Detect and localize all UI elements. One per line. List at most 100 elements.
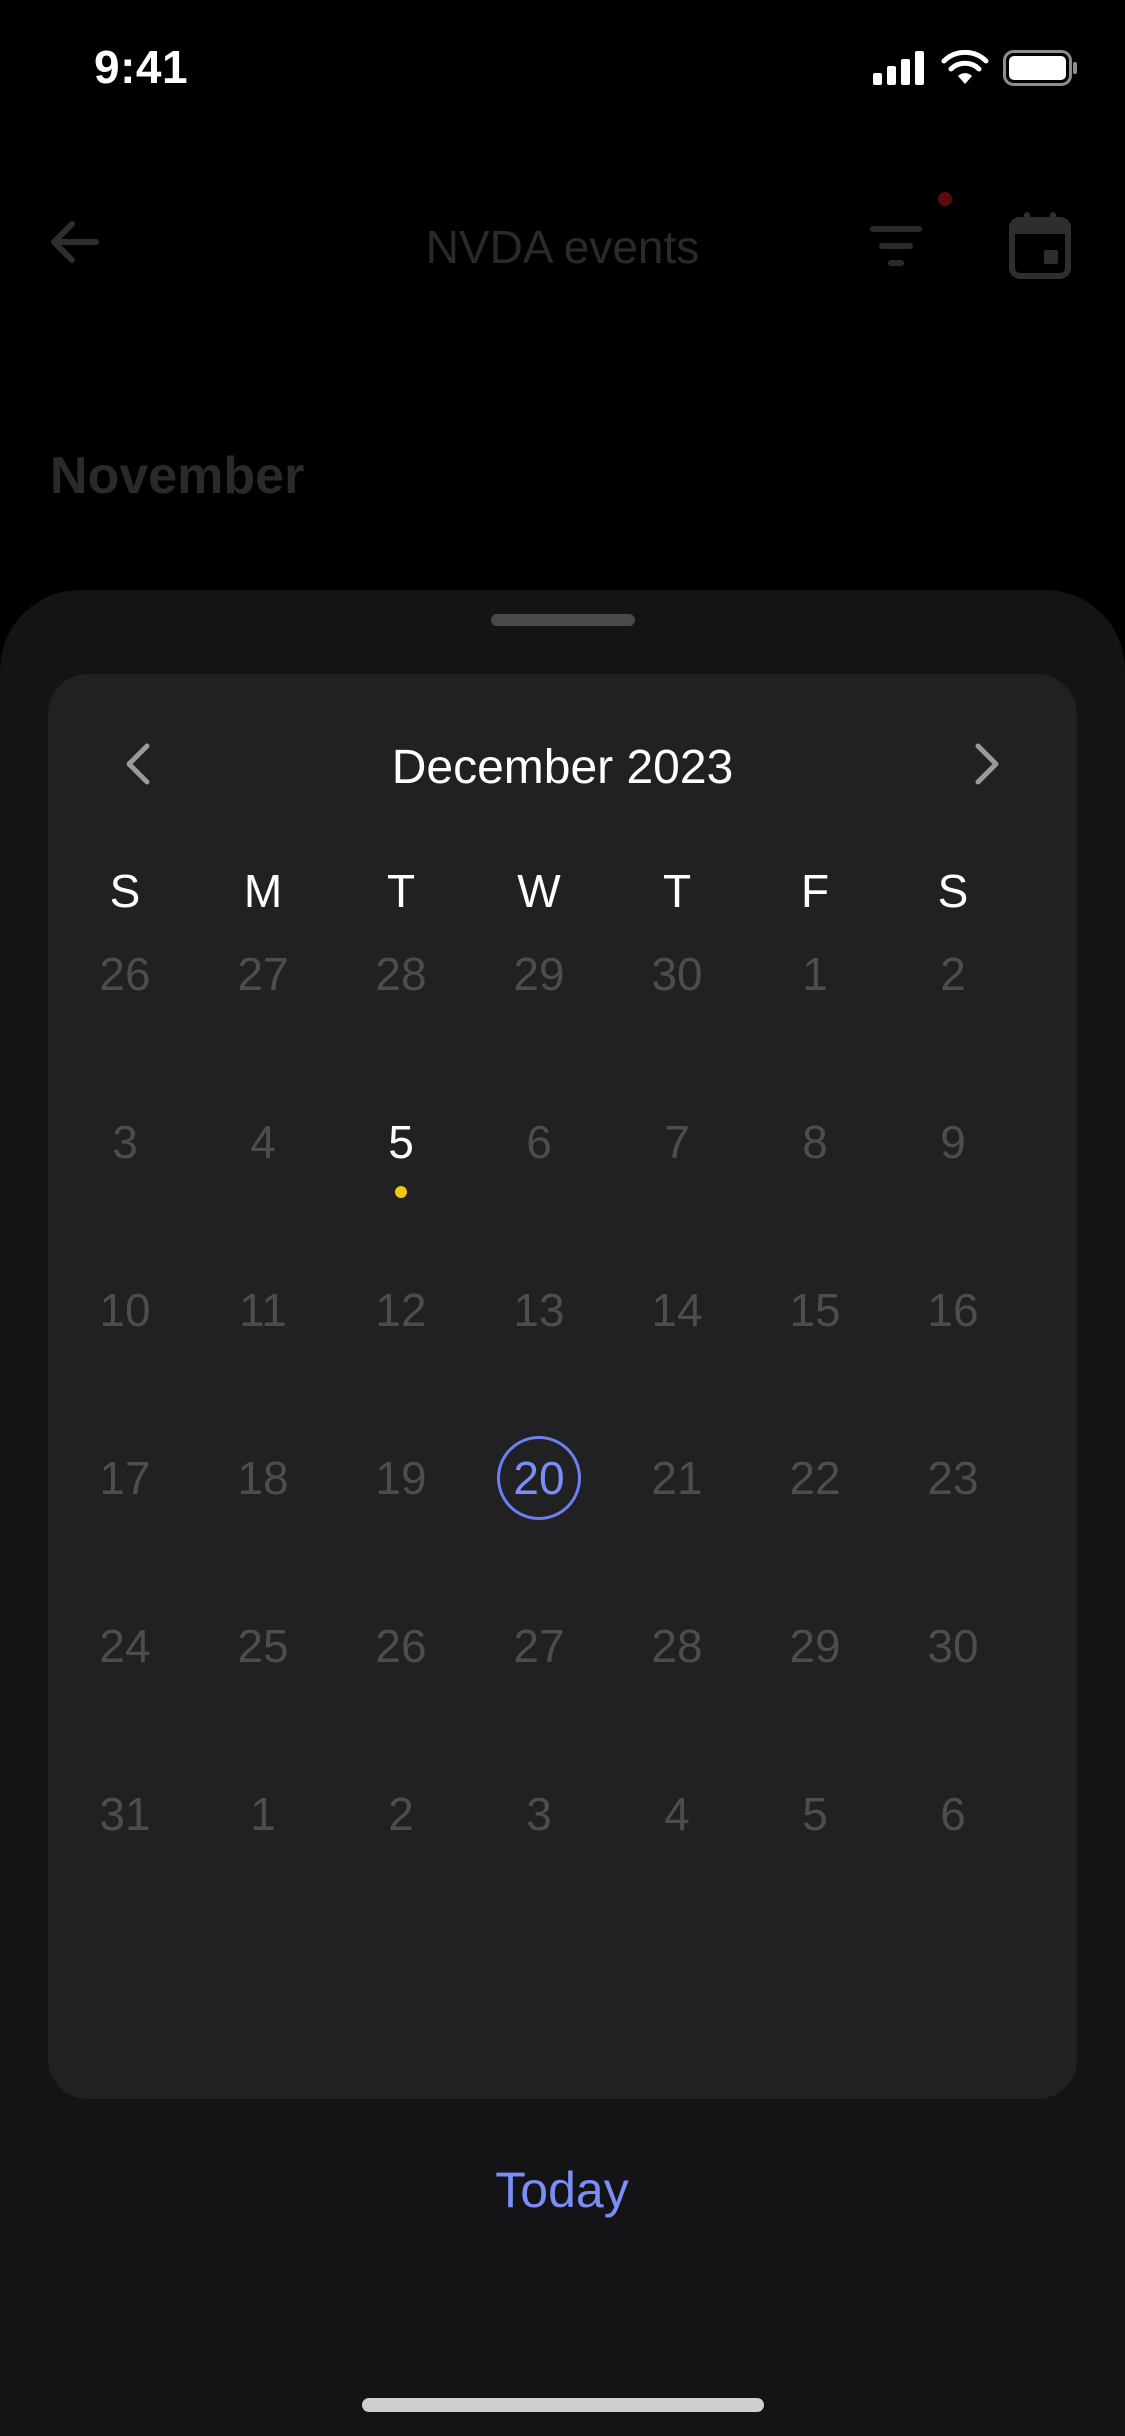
day-number: 4 [664, 1788, 690, 1840]
day-number: 28 [651, 1620, 703, 1672]
calendar-day[interactable]: 2 [884, 924, 1022, 1024]
status-time: 9:41 [94, 41, 189, 93]
day-number: 13 [513, 1284, 565, 1336]
calendar-card: December 2023 SMTWTFS 26 27 28 29 30 1 2 3 4 5 6 7 8… [48, 674, 1077, 2099]
calendar-day[interactable]: 28 [608, 1596, 746, 1696]
calendar-day[interactable]: 29 [746, 1596, 884, 1696]
calendar-day[interactable]: 3 [56, 1092, 194, 1192]
calendar-day[interactable]: 15 [746, 1260, 884, 1360]
day-number: 15 [789, 1284, 841, 1336]
calendar-day[interactable]: 21 [608, 1428, 746, 1528]
notification-dot [938, 192, 952, 206]
day-grid: 26 27 28 29 30 1 2 3 4 5 6 7 8 9 10 11 12 13 14 15 16 17 18 19 2… [48, 674, 1077, 2099]
wifi-icon [941, 49, 989, 91]
signal-icon [873, 51, 927, 90]
calendar-day[interactable]: 4 [608, 1764, 746, 1864]
day-number: 22 [789, 1452, 841, 1504]
calendar-day[interactable]: 11 [194, 1260, 332, 1360]
calendar-day-today[interactable]: 20 [470, 1428, 608, 1528]
calendar-day[interactable]: 3 [470, 1764, 608, 1864]
calendar-day[interactable]: 23 [884, 1428, 1022, 1528]
day-number: 25 [237, 1620, 289, 1672]
calendar-day[interactable]: 31 [56, 1764, 194, 1864]
calendar-day[interactable]: 19 [332, 1428, 470, 1528]
day-number: 11 [239, 1284, 287, 1336]
calendar-day[interactable]: 12 [332, 1260, 470, 1360]
day-number: 19 [375, 1452, 427, 1504]
month-heading: November [50, 447, 305, 505]
day-number: 10 [99, 1284, 151, 1336]
calendar-day[interactable]: 1 [746, 924, 884, 1024]
calendar-day[interactable]: 8 [746, 1092, 884, 1192]
day-number: 26 [375, 1620, 427, 1672]
calendar-day[interactable]: 25 [194, 1596, 332, 1696]
day-number: 2 [388, 1788, 414, 1840]
calendar-day[interactable]: 26 [332, 1596, 470, 1696]
calendar-day[interactable]: 27 [470, 1596, 608, 1696]
day-number: 17 [99, 1452, 151, 1504]
day-number: 27 [237, 948, 289, 1000]
calendar-day[interactable]: 24 [56, 1596, 194, 1696]
day-number: 1 [250, 1788, 276, 1840]
calendar-day[interactable]: 4 [194, 1092, 332, 1192]
day-number: 31 [99, 1788, 151, 1840]
calendar-icon[interactable] [1008, 210, 1072, 285]
app-header: NVDA events [0, 170, 1125, 330]
calendar-day[interactable]: 6 [470, 1092, 608, 1192]
day-number: 2 [940, 948, 966, 1000]
calendar-day[interactable]: 27 [194, 924, 332, 1024]
day-number: 14 [651, 1284, 703, 1336]
day-number: 29 [513, 948, 565, 1000]
day-number: 27 [513, 1620, 565, 1672]
date-picker-sheet: December 2023 SMTWTFS 26 27 28 29 30 1 2 3 4 5 6 7 8… [0, 590, 1125, 2436]
day-number: 8 [802, 1116, 828, 1168]
status-icons [873, 49, 1079, 91]
today-button[interactable]: Today [412, 2150, 712, 2230]
calendar-day[interactable]: 9 [884, 1092, 1022, 1192]
day-number: 26 [99, 948, 151, 1000]
day-number: 6 [526, 1116, 552, 1168]
calendar-day[interactable]: 5 [332, 1092, 470, 1198]
calendar-day[interactable]: 6 [884, 1764, 1022, 1864]
calendar-day[interactable]: 28 [332, 924, 470, 1024]
calendar-day[interactable]: 10 [56, 1260, 194, 1360]
day-number: 21 [651, 1452, 703, 1504]
calendar-day[interactable]: 7 [608, 1092, 746, 1192]
calendar-day[interactable]: 18 [194, 1428, 332, 1528]
day-number: 30 [651, 948, 703, 1000]
calendar-day[interactable]: 30 [608, 924, 746, 1024]
home-indicator [362, 2398, 764, 2412]
calendar-day[interactable]: 30 [884, 1596, 1022, 1696]
day-number: 6 [940, 1788, 966, 1840]
day-number: 24 [99, 1620, 151, 1672]
calendar-day[interactable]: 5 [746, 1764, 884, 1864]
calendar-day[interactable]: 13 [470, 1260, 608, 1360]
day-number: 12 [375, 1284, 427, 1336]
day-number: 5 [802, 1788, 828, 1840]
day-number: 20 [513, 1452, 565, 1504]
calendar-day[interactable]: 2 [332, 1764, 470, 1864]
day-number: 23 [927, 1452, 979, 1504]
event-indicator-dot [395, 1186, 407, 1198]
calendar-day[interactable]: 17 [56, 1428, 194, 1528]
calendar-day[interactable]: 16 [884, 1260, 1022, 1360]
calendar-day[interactable]: 14 [608, 1260, 746, 1360]
day-number: 28 [375, 948, 427, 1000]
day-number: 29 [789, 1620, 841, 1672]
filter-icon[interactable] [866, 222, 926, 277]
day-number: 3 [526, 1788, 552, 1840]
day-number: 9 [940, 1116, 966, 1168]
day-number: 30 [927, 1620, 979, 1672]
day-number: 18 [237, 1452, 289, 1504]
day-number: 4 [250, 1116, 276, 1168]
battery-icon [1003, 50, 1079, 91]
calendar-day[interactable]: 22 [746, 1428, 884, 1528]
status-bar: 9:41 [0, 0, 1125, 140]
calendar-day[interactable]: 26 [56, 924, 194, 1024]
day-number: 3 [112, 1116, 138, 1168]
calendar-day[interactable]: 1 [194, 1764, 332, 1864]
calendar-day[interactable]: 29 [470, 924, 608, 1024]
sheet-grabber[interactable] [491, 614, 635, 626]
day-number: 1 [802, 948, 828, 1000]
day-number: 16 [927, 1284, 979, 1336]
